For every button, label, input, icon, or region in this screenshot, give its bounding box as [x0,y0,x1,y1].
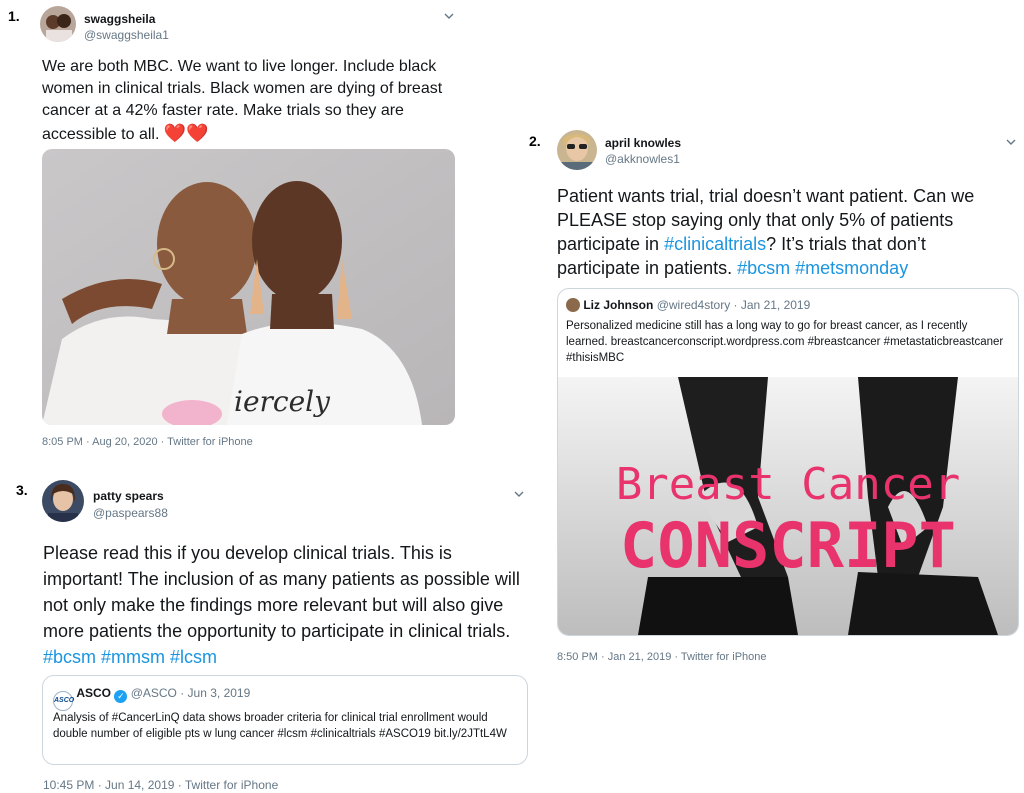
author-handle[interactable]: @akknowles1 [605,152,680,166]
author-name[interactable]: patty spears [93,489,164,503]
image-title-line2: CONSCRIPT [620,509,956,582]
avatar[interactable] [40,6,76,42]
tweet-number-1: 1. [8,8,20,24]
hashtag-link[interactable]: #bcsm [737,258,790,278]
quoted-author-handle-date: @ASCO · Jun 3, 2019 [130,686,251,700]
tweet-photo[interactable]: iercely [42,149,455,425]
quoted-tweet-header: Liz Johnson @wired4story · Jan 21, 2019 [566,298,810,312]
author-name[interactable]: april knowles [605,136,681,150]
tweet-text-body: We are both MBC. We want to live longer.… [42,58,443,143]
chevron-down-icon[interactable] [443,10,455,22]
tweet-text-body: Please read this if you develop clinical… [43,543,520,641]
quoted-tweet[interactable]: Liz Johnson @wired4story · Jan 21, 2019 … [557,288,1019,636]
quoted-tweet-text: Analysis of #CancerLinQ data shows broad… [53,712,507,740]
tweet-text: Patient wants trial, trial doesn’t want … [557,184,1012,280]
quoted-author-name: ASCO [76,686,112,700]
quoted-author-name: Liz Johnson [583,298,654,312]
shirt-text: iercely [234,385,331,418]
quoted-tweet-text: Personalized medicine still has a long w… [566,320,1004,364]
tweet-timestamp[interactable]: 8:05 PM · Aug 20, 2020 · Twitter for iPh… [42,436,253,448]
image-title-line1: Breast Cancer [616,459,960,510]
quoted-tweet-header: ASCO ASCO ✓ @ASCO · Jun 3, 2019 [53,686,250,711]
asco-logo: ASCO [53,691,74,711]
quoted-tweet-image: Breast Cancer CONSCRIPT [558,377,1018,635]
author-name[interactable]: swaggsheila [84,12,155,26]
quoted-tweet[interactable]: ASCO ASCO ✓ @ASCO · Jun 3, 2019 Analysis… [42,675,528,765]
quoted-author-handle-date: @wired4story · Jan 21, 2019 [656,298,811,312]
avatar [566,298,580,312]
tweet-timestamp[interactable]: 10:45 PM · Jun 14, 2019 · Twitter for iP… [43,778,278,792]
heart-emoji: ❤️❤️ [163,123,209,143]
author-handle[interactable]: @swaggsheila1 [84,28,169,42]
hashtag-link[interactable]: #clinicaltrials [664,234,766,254]
chevron-down-icon[interactable] [1005,136,1017,148]
tweet-text: We are both MBC. We want to live longer.… [42,56,462,146]
avatar[interactable] [42,480,84,522]
hashtag-link[interactable]: #mmsm [101,647,165,667]
tweet-number-3: 3. [16,482,28,498]
tweet-timestamp[interactable]: 8:50 PM · Jan 21, 2019 · Twitter for iPh… [557,651,767,663]
hashtag-link[interactable]: #metsmonday [795,258,908,278]
chevron-down-icon[interactable] [513,488,525,500]
verified-badge-icon: ✓ [114,690,128,703]
tweet-3: patty spears @paspears88 Please read thi… [42,480,530,792]
avatar[interactable] [557,130,597,170]
tweet-2: april knowles @akknowles1 Patient wants … [557,130,1019,670]
tweet-number-2: 2. [529,133,541,149]
tweet-text: Please read this if you develop clinical… [43,540,527,670]
hashtag-link[interactable]: #lcsm [170,647,217,667]
author-handle[interactable]: @paspears88 [93,506,168,520]
tweet-1: swaggsheila @swaggsheila1 We are both MB… [40,6,460,456]
hashtag-link[interactable]: #bcsm [43,647,96,667]
